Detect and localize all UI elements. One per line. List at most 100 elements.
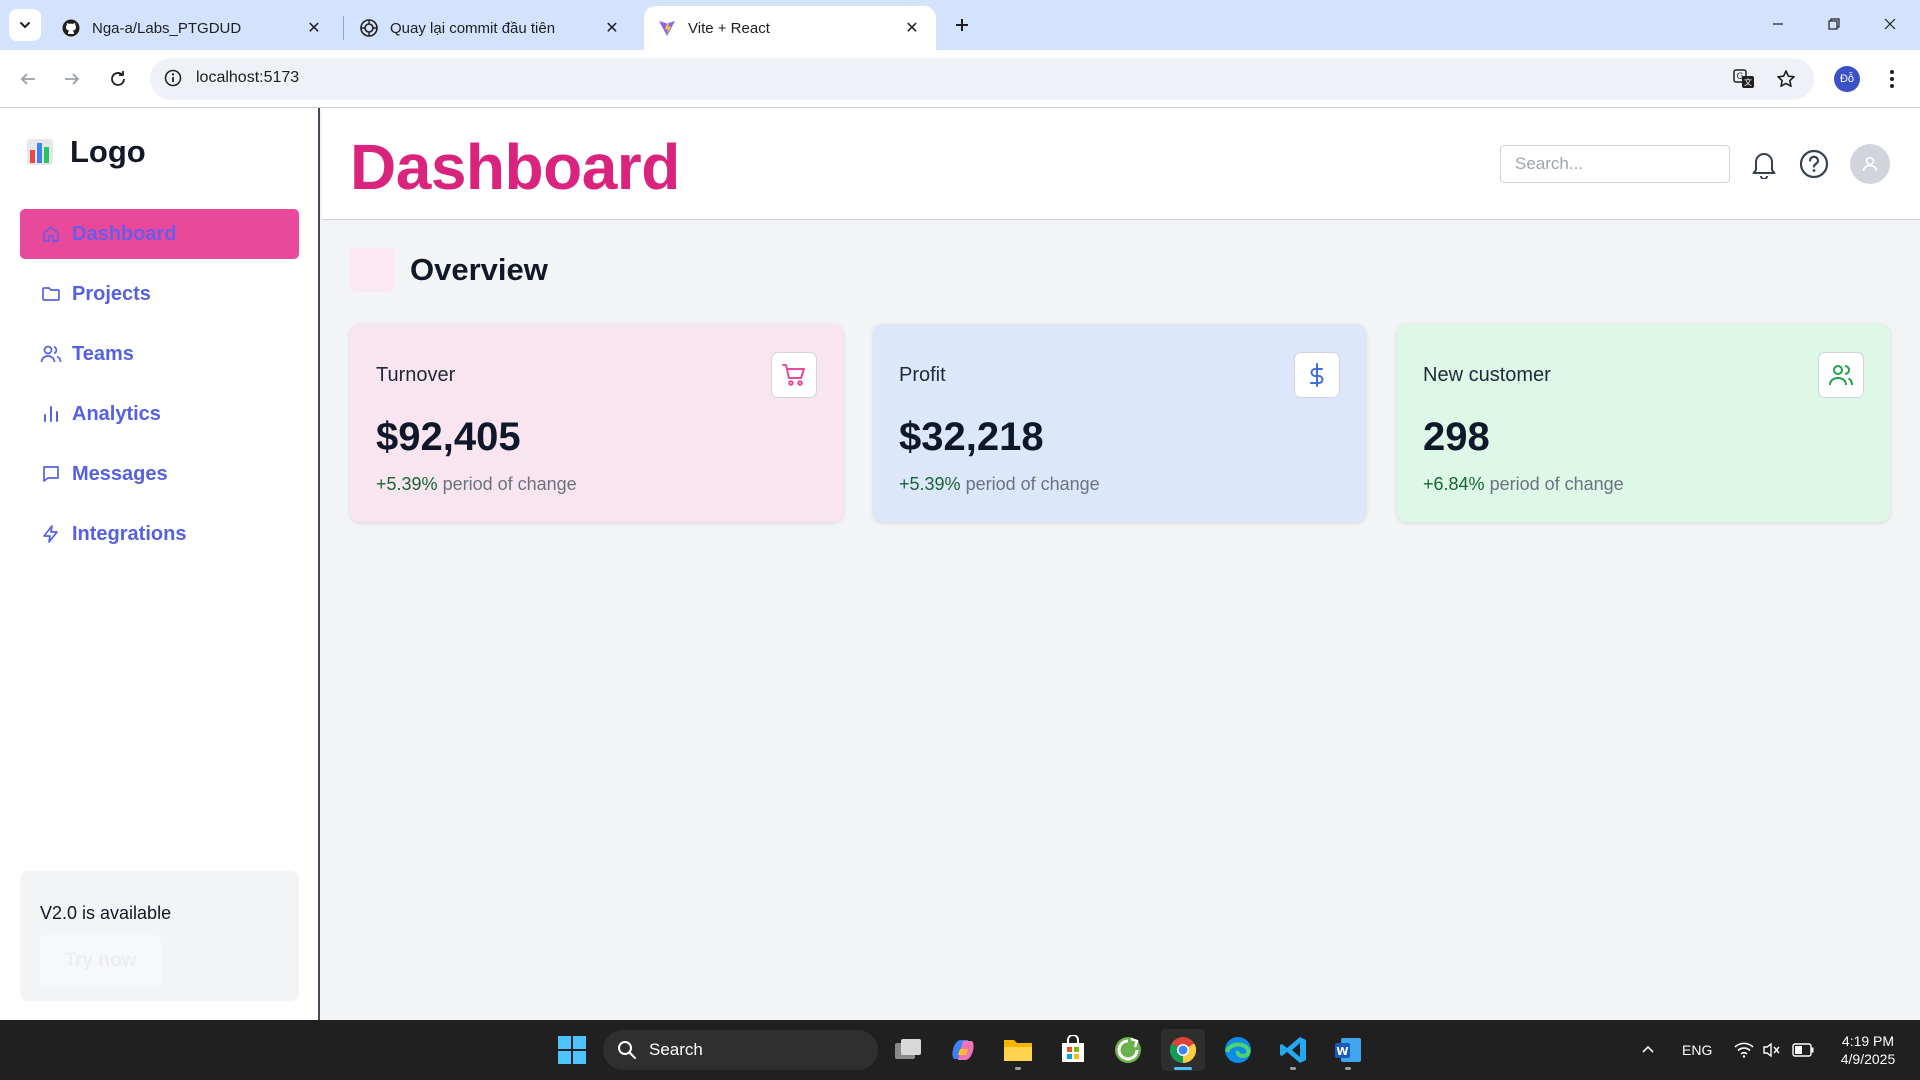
search-icon <box>618 1041 636 1059</box>
bell-icon[interactable] <box>1748 148 1780 180</box>
bookmark-star-icon[interactable] <box>1774 67 1798 91</box>
github-icon <box>62 19 80 37</box>
sidebar-item-projects[interactable]: Projects <box>20 269 299 319</box>
try-now-button[interactable]: Try now <box>40 935 161 987</box>
sidebar-item-dashboard[interactable]: Dashboard <box>20 209 299 259</box>
vite-icon <box>658 19 676 37</box>
change-percent: +6.84% <box>1423 474 1485 494</box>
profile-avatar[interactable]: Đỗ <box>1834 66 1860 92</box>
close-icon[interactable]: ✕ <box>902 18 922 38</box>
running-indicator <box>1290 1067 1296 1070</box>
address-bar[interactable]: localhost:5173 G文 <box>150 58 1814 100</box>
close-icon[interactable]: ✕ <box>602 18 622 38</box>
search-input[interactable] <box>1500 145 1730 183</box>
minimize-button[interactable] <box>1758 8 1798 40</box>
sidebar: Logo Dashboard Projects Teams Analytics … <box>0 108 320 1020</box>
card-label: Profit <box>899 364 946 386</box>
windows-logo-icon <box>558 1036 586 1064</box>
forward-button[interactable] <box>56 63 88 95</box>
message-icon <box>40 463 62 485</box>
card-value: $92,405 <box>376 415 521 459</box>
chrome-icon <box>1169 1037 1197 1064</box>
copilot-icon <box>952 1040 974 1060</box>
card-change: +5.39% period of change <box>376 474 577 495</box>
translate-icon[interactable]: G文 <box>1732 67 1756 91</box>
close-window-button[interactable] <box>1870 8 1910 40</box>
help-icon[interactable] <box>1798 148 1830 180</box>
taskbar-store[interactable] <box>1051 1029 1095 1071</box>
sidebar-item-analytics[interactable]: Analytics <box>20 389 299 439</box>
folder-icon <box>40 283 62 305</box>
card-label: Turnover <box>376 364 456 386</box>
task-view-icon <box>895 1039 921 1059</box>
home-icon <box>40 223 62 245</box>
taskbar-chrome[interactable] <box>1161 1029 1205 1071</box>
app-root: Logo Dashboard Projects Teams Analytics … <box>0 108 1920 1020</box>
change-caption: period of change <box>1484 474 1624 494</box>
taskbar-search-label: Search <box>649 1040 703 1059</box>
back-button[interactable] <box>12 63 44 95</box>
language-indicator[interactable]: ENG <box>1682 1020 1712 1080</box>
tab-chatgpt[interactable]: Quay lại commit đầu tiên ✕ <box>346 6 636 50</box>
wifi-icon[interactable] <box>1734 1020 1754 1080</box>
close-icon <box>1884 18 1896 30</box>
users-icon[interactable] <box>1818 352 1864 398</box>
site-info-icon[interactable] <box>164 69 182 92</box>
bolt-icon <box>40 523 62 545</box>
taskbar-file-explorer[interactable] <box>996 1029 1040 1071</box>
top-header: Dashboard <box>322 108 1920 220</box>
folder-icon <box>1004 1040 1032 1061</box>
overview-heading: Overview <box>350 248 548 292</box>
logo-chart-icon <box>26 138 54 166</box>
taskbar-vscode[interactable] <box>1271 1029 1315 1071</box>
taskbar-copilot[interactable] <box>941 1029 985 1071</box>
close-icon[interactable]: ✕ <box>304 18 324 38</box>
browser-menu-button[interactable] <box>1880 66 1904 92</box>
start-button[interactable] <box>550 1029 594 1071</box>
logo[interactable]: Logo <box>26 134 146 170</box>
user-avatar[interactable] <box>1850 144 1890 184</box>
task-view-button[interactable] <box>886 1029 930 1071</box>
user-icon <box>1862 156 1878 172</box>
taskbar-edge[interactable] <box>1216 1029 1260 1071</box>
windows-taskbar: Search W ENG 4:19 PM 4/9/2025 <box>0 1020 1920 1080</box>
tab-title: Nga-a/Labs_PTGDUD <box>92 19 242 37</box>
sidebar-item-label: Dashboard <box>72 222 177 245</box>
sidebar-item-label: Projects <box>72 282 151 305</box>
restore-button[interactable] <box>1814 8 1854 40</box>
running-indicator <box>1174 1067 1192 1070</box>
show-hidden-icons-button[interactable] <box>1640 1020 1656 1080</box>
sidebar-item-label: Integrations <box>72 522 187 545</box>
reload-button[interactable] <box>102 63 134 95</box>
volume-muted-icon[interactable] <box>1762 1020 1782 1080</box>
taskbar-clock[interactable]: 4:19 PM 4/9/2025 <box>1818 1032 1918 1068</box>
battery-icon[interactable] <box>1792 1020 1814 1080</box>
bar-chart-icon <box>40 403 62 425</box>
arrow-right-icon <box>65 73 80 85</box>
logo-text: Logo <box>70 134 146 169</box>
stat-card-turnover: Turnover $92,405 +5.39% period of change <box>350 324 843 522</box>
sidebar-item-integrations[interactable]: Integrations <box>20 509 299 559</box>
new-tab-button[interactable] <box>948 11 976 39</box>
tab-vite-react[interactable]: Vite + React ✕ <box>644 6 936 50</box>
taskbar-word[interactable]: W <box>1326 1029 1370 1071</box>
taskbar-app-green[interactable] <box>1106 1029 1150 1071</box>
sidebar-item-label: Teams <box>72 342 134 365</box>
sidebar-item-messages[interactable]: Messages <box>20 449 299 499</box>
cart-icon[interactable] <box>771 352 817 398</box>
more-vertical-icon <box>1890 70 1894 88</box>
sidebar-item-label: Analytics <box>72 402 161 425</box>
chevron-up-icon <box>1642 1045 1654 1053</box>
reload-icon <box>111 71 125 86</box>
dollar-icon[interactable] <box>1294 352 1340 398</box>
taskbar-search[interactable]: Search <box>603 1030 878 1070</box>
sidebar-item-teams[interactable]: Teams <box>20 329 299 379</box>
tab-search-button[interactable] <box>9 9 41 41</box>
users-icon <box>40 343 62 365</box>
tab-divider <box>343 16 344 40</box>
promo-title: V2.0 is available <box>40 903 172 923</box>
tab-github[interactable]: Nga-a/Labs_PTGDUD ✕ <box>48 6 338 50</box>
edge-icon <box>1225 1037 1251 1063</box>
chatgpt-icon <box>360 19 378 37</box>
card-value: $32,218 <box>899 415 1044 459</box>
